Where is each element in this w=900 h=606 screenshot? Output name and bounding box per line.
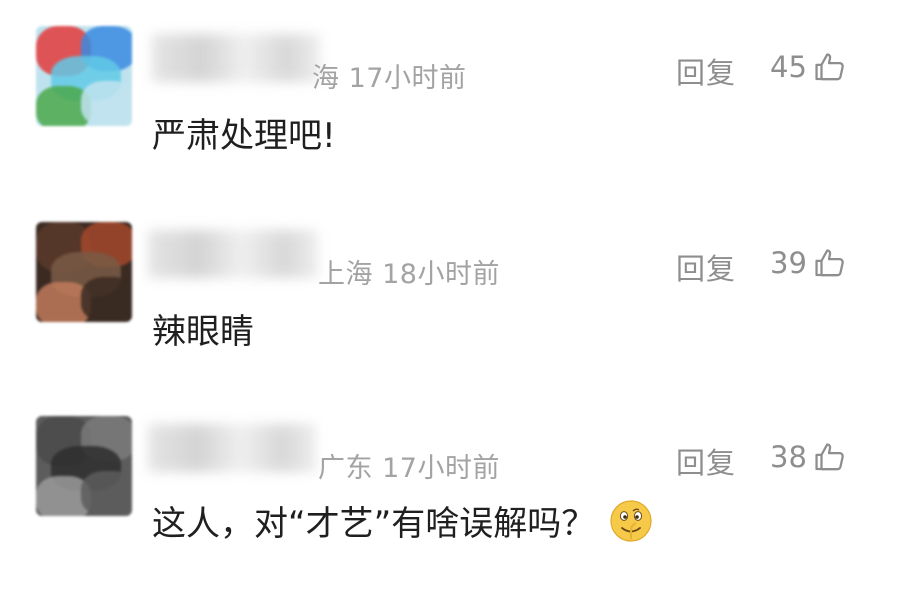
like-button[interactable]: 39 (770, 246, 847, 280)
comment-text-row: 这人，对“才艺”有啥误解吗？ (152, 496, 653, 545)
comment-item: 海 17小时前 回复 45 严肃处理吧! (0, 26, 900, 216)
comment-text: 这人，对“才艺”有啥误解吗？ (152, 504, 596, 544)
location-time: 海 17小时前 (312, 63, 467, 94)
avatar-pixel (81, 81, 132, 126)
like-button[interactable]: 45 (770, 50, 847, 84)
avatar[interactable] (36, 416, 132, 516)
thumbs-up-icon (815, 53, 844, 81)
username-blurred[interactable] (148, 230, 318, 278)
avatar[interactable] (36, 26, 132, 126)
location-time: 上海 18小时前 (318, 259, 500, 290)
comment-item: 上海 18小时前 回复 39 辣眼睛 (0, 222, 900, 412)
like-count: 45 (770, 50, 807, 84)
comment-text: 严肃处理吧! (152, 116, 336, 156)
reply-button[interactable]: 回复 (676, 246, 736, 288)
avatar-pixel (81, 277, 132, 322)
thinking-grin-emoji (610, 499, 652, 542)
username-blurred[interactable] (152, 34, 320, 82)
reply-button[interactable]: 回复 (676, 50, 736, 92)
comment-text: 辣眼睛 (152, 312, 254, 352)
username-blurred[interactable] (148, 424, 316, 472)
comment-item: 广东 17小时前 回复 38 这人，对“才艺”有啥误解吗？ (0, 416, 900, 606)
like-count: 38 (770, 440, 807, 474)
like-button[interactable]: 38 (770, 440, 847, 474)
avatar-pixel (81, 471, 132, 516)
thumbs-up-icon (815, 443, 844, 471)
reply-button[interactable]: 回复 (676, 440, 736, 482)
like-count: 39 (770, 246, 807, 280)
avatar[interactable] (36, 222, 132, 322)
thumbs-up-icon (815, 249, 844, 277)
location-time: 广东 17小时前 (318, 453, 500, 484)
